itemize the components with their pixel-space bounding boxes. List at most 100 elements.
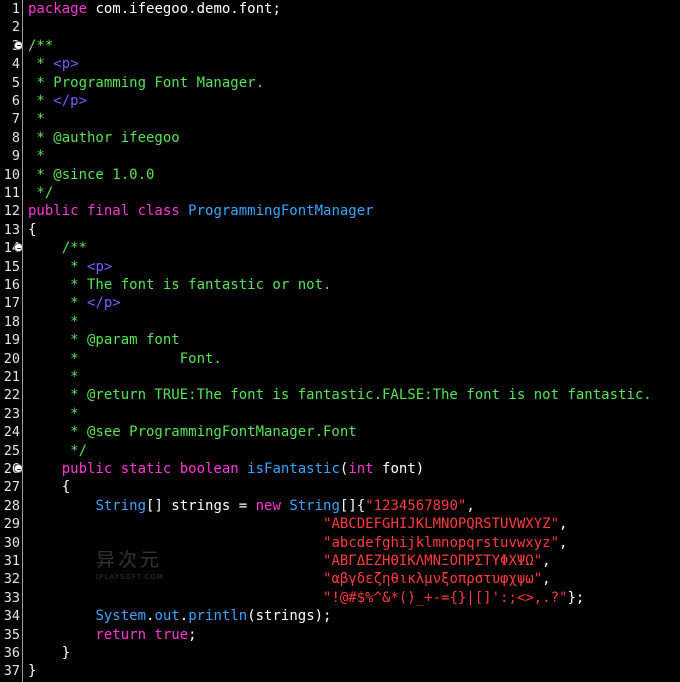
code-line[interactable]: 2 [0, 18, 680, 36]
code-line[interactable]: 9 * [0, 147, 680, 165]
code-token: */ [28, 442, 88, 459]
code-line[interactable]: 5 * Programming Font Manager. [0, 74, 680, 92]
code-text: * </p> [28, 294, 121, 312]
line-number: 4 [11, 56, 20, 73]
code-token: * [28, 93, 54, 109]
code-line[interactable]: 36 } [0, 644, 680, 662]
code-token: , [542, 571, 551, 588]
code-token: String [289, 497, 340, 514]
code-token: out [154, 608, 180, 625]
code-token: </p> [53, 93, 88, 109]
code-token: * @return TRUE:The font is fantastic.FAL… [28, 387, 652, 404]
code-token: { [28, 221, 37, 238]
code-text: } [28, 662, 36, 680]
code-line[interactable]: 13 { [0, 221, 680, 239]
code-line[interactable]: 26 public static boolean isFantastic(int… [0, 460, 680, 478]
code-line[interactable]: 11 */ [0, 184, 680, 202]
code-token: (strings); [247, 608, 332, 625]
code-line[interactable]: 37} [0, 662, 680, 680]
code-line[interactable]: 29 "ABCDEFGHIJKLMNOPQRSTUVWXYZ", [0, 515, 680, 533]
code-token: { [28, 479, 71, 496]
code-line[interactable]: 1 package com.ifeegoo.demo.font; [0, 0, 680, 18]
code-line[interactable]: 14 /** [0, 239, 680, 257]
watermark-subtext: IPLAYSOFT.COM [96, 573, 164, 581]
code-token: System [95, 608, 147, 625]
code-token: [] strings = [146, 497, 256, 514]
code-text: { [28, 478, 70, 496]
code-line[interactable]: 33 "!@#$%^&*()_+-={}|[]':;<>,.?"}; [0, 589, 680, 607]
code-token: , [542, 553, 551, 569]
code-text: */ [28, 184, 53, 202]
code-token: []{ [339, 497, 366, 514]
code-token: "ABCDEFGHIJKLMNOPQRSTUVWXYZ" [323, 516, 560, 533]
code-line[interactable]: 20 * Font. [0, 350, 680, 368]
code-token: new [255, 497, 281, 514]
code-editor[interactable]: 1package com.ifeegoo.demo.font;23/**4 * … [0, 0, 680, 682]
code-token: println [188, 608, 248, 625]
code-text: public final class ProgrammingFontManage… [28, 202, 374, 220]
code-line[interactable]: 6 * </p> [0, 92, 680, 110]
code-line[interactable]: 21 * [0, 368, 680, 386]
code-token: "ΑΒΓΔΕΖΗΘΙΚΛΜΝΞΟΠΡΣΤΥΦΧΨΩ" [323, 553, 543, 569]
code-text: * <p> [28, 55, 78, 73]
code-text: "ABCDEFGHIJKLMNOPQRSTUVWXYZ", [28, 515, 567, 533]
code-text: */ [28, 442, 87, 460]
line-number: 19 [3, 332, 20, 349]
code-line[interactable]: 3/** [0, 37, 680, 55]
code-token: } [28, 645, 71, 661]
code-line[interactable]: 17 * </p> [0, 294, 680, 312]
code-token: "1234567890" [365, 497, 467, 514]
line-number: 23 [3, 405, 20, 422]
code-line[interactable]: 35 return true; [0, 626, 680, 644]
code-token: , [559, 534, 568, 551]
code-text: package com.ifeegoo.demo.font; [28, 0, 281, 18]
code-token: * @author ifeegoo [28, 129, 180, 146]
code-line[interactable]: 12 public final class ProgrammingFontMana… [0, 202, 680, 220]
code-token: String [95, 497, 147, 514]
code-token: <p> [87, 258, 113, 275]
code-text: * @see ProgrammingFontManager.Font [28, 423, 357, 441]
code-token: * [28, 405, 79, 422]
code-line[interactable]: 22 * @return TRUE:The font is fantastic.… [0, 386, 680, 404]
collapse-icon[interactable] [14, 243, 23, 253]
code-text: return true; [28, 626, 196, 644]
code-line[interactable]: 7 * [0, 110, 680, 128]
code-line[interactable]: 15 * <p> [0, 258, 680, 276]
code-line[interactable]: 27 { [0, 478, 680, 496]
line-number: 37 [3, 663, 20, 680]
line-number: 35 [3, 626, 20, 643]
code-line[interactable]: 16 * The font is fantastic or not. [0, 276, 680, 294]
code-line[interactable]: 34 System.out.println(strings); [0, 607, 680, 625]
code-line[interactable]: 19 * @param font [0, 331, 680, 349]
code-line[interactable]: 23 * [0, 405, 680, 423]
code-text: * </p> [28, 92, 87, 110]
code-line[interactable]: 10 * @since 1.0.0 [0, 166, 680, 184]
code-line[interactable]: 18 * [0, 313, 680, 331]
code-token: font) [373, 461, 425, 477]
line-number: 36 [3, 645, 20, 661]
code-line[interactable]: 4 * <p> [0, 55, 680, 73]
code-token: public static boolean [28, 461, 239, 477]
collapse-icon[interactable] [14, 464, 23, 473]
code-text: * @author ifeegoo [28, 129, 180, 147]
code-line[interactable]: 8 * @author ifeegoo [0, 129, 680, 147]
line-number: 22 [3, 387, 20, 404]
watermark-logo: 异次元 IPLAYSOFT.COM [96, 545, 186, 585]
code-line[interactable]: 28 String[] strings = new String[]{"1234… [0, 497, 680, 515]
code-text: /** [28, 37, 53, 55]
collapse-icon[interactable] [14, 40, 23, 50]
line-number: 17 [3, 295, 20, 312]
code-line[interactable]: 24 * @see ProgrammingFontManager.Font [0, 423, 680, 441]
code-token: </p> [87, 295, 121, 312]
line-number: 12 [3, 203, 20, 220]
code-line[interactable]: 25 */ [0, 442, 680, 460]
code-text: * Programming Font Manager. [28, 74, 264, 92]
line-number: 10 [3, 166, 20, 183]
line-number: 29 [3, 516, 20, 533]
code-text: * [28, 110, 44, 128]
line-number: 16 [3, 277, 20, 293]
code-text: System.out.println(strings); [28, 607, 332, 625]
line-number: 8 [11, 129, 20, 146]
